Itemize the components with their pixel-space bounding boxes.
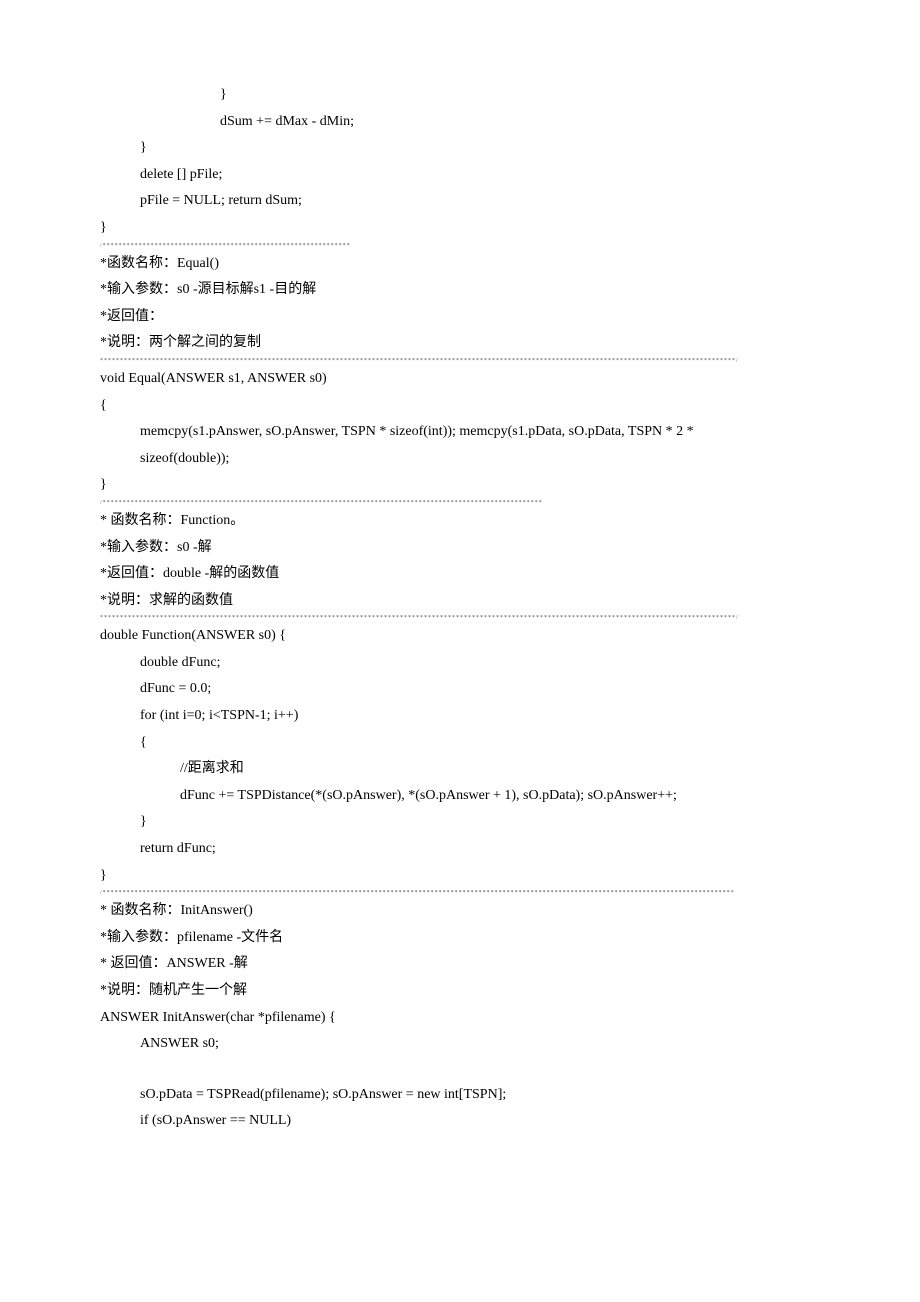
code-line-dfunc_decl: double dFunc; xyxy=(100,650,820,677)
code-line-if_null: if (sO.pAnswer == NULL) xyxy=(100,1108,820,1135)
code-line-for_loop: for (int i=0; i<TSPN-1; i++) xyxy=(100,703,820,730)
code-line-close_brace_3: } xyxy=(100,215,820,242)
code-line-fn3_input: *输入参数：pfilename -文件名 xyxy=(100,925,820,952)
code-line-dfunc_calc: dFunc += TSPDistance(*(sO.pAnswer), *(sO… xyxy=(100,783,820,810)
code-line-fn3_return: * 返回值：ANSWER -解 xyxy=(100,951,820,978)
code-line-sep4: ****************************************… xyxy=(100,614,820,623)
code-line-close_brace_6: } xyxy=(100,863,820,890)
code-line-return_dfunc: return dFunc; xyxy=(100,836,820,863)
code-line-open_brace_2: { xyxy=(100,730,820,757)
code-line-pfile_null: pFile = NULL; return dSum; xyxy=(100,188,820,215)
code-line-fn1_desc: *说明：两个解之间的复制 xyxy=(100,330,820,357)
code-line-pdata_line: sO.pData = TSPRead(pfilename); sO.pAnswe… xyxy=(100,1082,820,1109)
code-line-fn3_desc: *说明：随机产生一个解 xyxy=(100,978,820,1005)
code-line-close_brace_4: } xyxy=(100,472,820,499)
code-line-fn2_return: *返回值：double -解的函数值 xyxy=(100,561,820,588)
code-line-blank1 xyxy=(100,1058,820,1082)
code-line-fn1_input: *输入参数：s0 -源目标解s1 -目的解 xyxy=(100,277,820,304)
code-line-func_sig: double Function(ANSWER s0) { xyxy=(100,623,820,650)
code-line-fn1_return: *返回值： xyxy=(100,304,820,331)
code-line-dsum_line: dSum += dMax - dMin; xyxy=(100,109,820,136)
code-line-comment1: //距离求和 xyxy=(100,756,820,783)
code-line-dfunc_init: dFunc = 0.0; xyxy=(100,676,820,703)
code-line-sep3: /***************************************… xyxy=(100,499,820,508)
code-line-close_brace_1: } xyxy=(100,82,820,109)
code-line-sep2: ****************************************… xyxy=(100,357,820,366)
code-line-sep5: /***************************************… xyxy=(100,889,820,898)
code-line-answer_decl: ANSWER s0; xyxy=(100,1031,820,1058)
code-line-memcpy1: memcpy(s1.pAnswer, sO.pAnswer, TSPN * si… xyxy=(100,419,820,446)
code-line-fn2_name: * 函数名称：Function。 xyxy=(100,508,820,535)
document-page: }dSum += dMax - dMin;}delete [] pFile;pF… xyxy=(0,0,920,1302)
code-line-fn3_name: * 函数名称：InitAnswer() xyxy=(100,898,820,925)
code-line-sep1: /***************************************… xyxy=(100,242,820,251)
code-line-init_sig: ANSWER InitAnswer(char *pfilename) { xyxy=(100,1005,820,1032)
code-line-fn2_input: *输入参数：s0 -解 xyxy=(100,535,820,562)
code-line-fn1_name: *函数名称：Equal() xyxy=(100,251,820,278)
code-line-equal_sig: void Equal(ANSWER s1, ANSWER s0) xyxy=(100,366,820,393)
code-line-close_brace_2: } xyxy=(100,135,820,162)
code-line-memcpy2: sizeof(double)); xyxy=(100,446,820,473)
code-line-delete_pfile: delete [] pFile; xyxy=(100,162,820,189)
code-line-open_brace_1: { xyxy=(100,393,820,420)
code-line-fn2_desc: *说明：求解的函数值 xyxy=(100,588,820,615)
code-line-close_brace_5: } xyxy=(100,809,820,836)
